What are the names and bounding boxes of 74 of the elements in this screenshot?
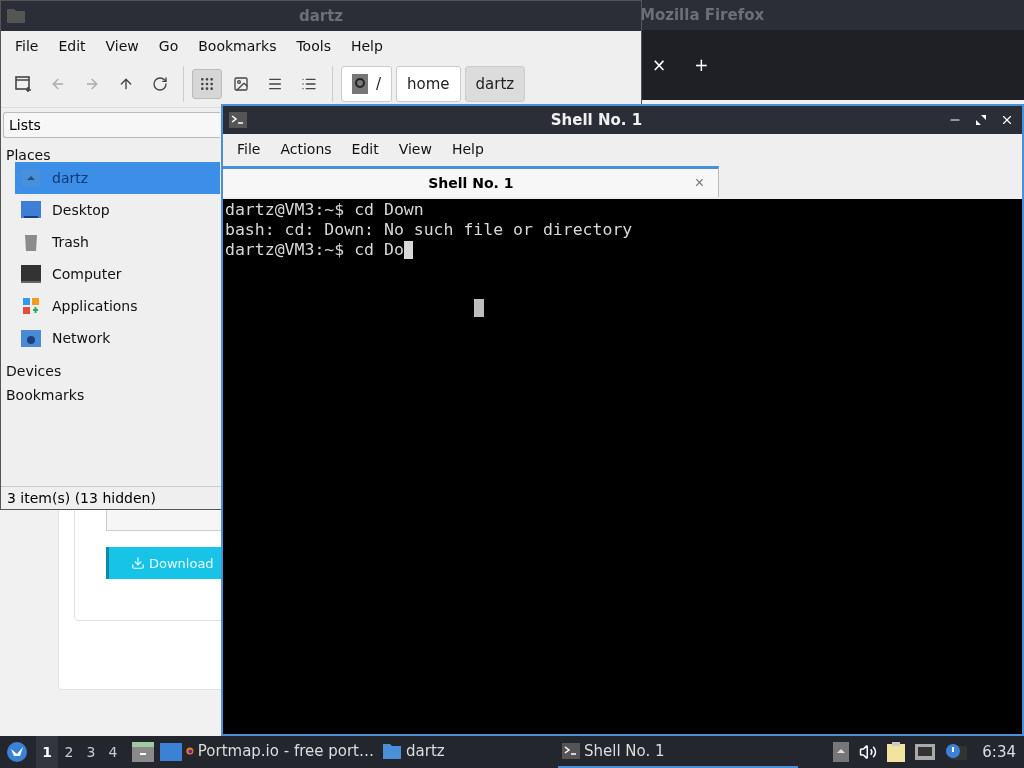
menu-item[interactable]: Help — [441, 141, 494, 157]
section-heading: Bookmarks — [5, 386, 85, 402]
terminal-icon — [229, 112, 247, 128]
workspace-button[interactable]: 4 — [102, 736, 124, 768]
applications-icon — [20, 296, 42, 316]
eject-icon[interactable] — [833, 742, 850, 762]
terminal-icon — [562, 743, 580, 759]
terminal-tab[interactable]: Shell No. 1 × — [223, 166, 719, 197]
taskbar-button[interactable]: Portmap.io - free port… — [182, 736, 378, 768]
menu-item[interactable]: Go — [148, 38, 189, 54]
side-pane-dropdown[interactable]: Lists — [3, 112, 220, 138]
terminal-line: dartz@VM3:~$ cd Do — [225, 240, 404, 260]
path-button[interactable]: / — [341, 66, 393, 102]
path-button[interactable]: home — [396, 66, 461, 102]
volume-icon[interactable] — [859, 743, 878, 761]
section-heading: Devices — [5, 362, 62, 378]
section-heading: Places — [5, 146, 51, 162]
terminal-line: bash: cd: Down: No such file or directory — [225, 220, 633, 240]
tab-close-button[interactable]: × — [688, 173, 710, 193]
menu-item[interactable]: Edit — [341, 141, 389, 157]
desktop-icon — [20, 200, 42, 220]
menu-item[interactable]: Edit — [48, 38, 96, 54]
taskbar-button[interactable]: Shell No. 1 — [558, 736, 798, 768]
workspace-button[interactable]: 3 — [80, 736, 102, 768]
folder-icon — [6, 8, 26, 24]
menu-item[interactable]: Actions — [270, 141, 342, 157]
download-icon — [131, 556, 145, 570]
workspace-button[interactable]: 2 — [58, 736, 80, 768]
menu-item[interactable]: Bookmarks — [188, 38, 287, 54]
up-icon — [118, 76, 134, 92]
menu-item[interactable]: File — [5, 38, 49, 54]
tab-close-button[interactable]: × — [648, 55, 671, 75]
place-item[interactable]: Computer — [15, 258, 220, 290]
menu-item[interactable]: Tools — [286, 38, 341, 54]
window-title: Shell No. 1 — [549, 111, 644, 129]
menu-item[interactable]: File — [227, 141, 271, 157]
menu-item[interactable]: View — [95, 38, 149, 54]
forward-icon — [84, 76, 100, 92]
reload-icon — [152, 76, 168, 92]
workspace-button[interactable]: 1 — [36, 736, 58, 768]
maximize-icon — [975, 114, 987, 126]
place-item[interactable]: Applications — [15, 290, 220, 322]
clipboard-icon[interactable] — [887, 742, 906, 762]
new-tab-button[interactable]: + — [690, 55, 713, 75]
view-mode-button[interactable] — [192, 69, 222, 99]
path-button[interactable]: dartz — [464, 66, 526, 102]
start-menu-icon[interactable] — [6, 741, 28, 763]
network-folder-icon — [20, 328, 42, 348]
drive-icon — [352, 74, 368, 94]
network-icon[interactable] — [915, 744, 936, 760]
menu-item[interactable]: View — [388, 141, 442, 157]
taskbar-button[interactable]: dartz — [378, 736, 558, 768]
computer-icon — [20, 264, 42, 284]
home-folder-icon — [20, 168, 42, 188]
close-icon — [1000, 113, 1014, 127]
notification-icon[interactable] — [945, 743, 968, 761]
window-title: Mozilla Firefox — [640, 6, 765, 24]
compact-view-icon — [267, 76, 283, 92]
file-cabinet-icon[interactable] — [132, 742, 154, 762]
new-window-icon — [15, 76, 33, 92]
clock: 6:34 — [982, 743, 1017, 761]
back-icon — [50, 76, 66, 92]
window-title: dartz — [297, 7, 345, 25]
menu-item[interactable]: Help — [340, 38, 393, 54]
place-item[interactable]: Network — [15, 322, 220, 354]
folder-icon — [382, 742, 402, 760]
thumbnail-view-icon — [233, 76, 249, 92]
list-view-icon — [301, 76, 317, 92]
icon-view-icon — [199, 76, 215, 92]
place-item[interactable]: Desktop — [15, 194, 220, 226]
terminal-line: dartz@VM3:~$ cd Down — [225, 200, 424, 220]
place-item[interactable]: Trash — [15, 226, 220, 258]
mouse-pointer-icon — [474, 299, 484, 317]
text-cursor — [403, 241, 413, 259]
